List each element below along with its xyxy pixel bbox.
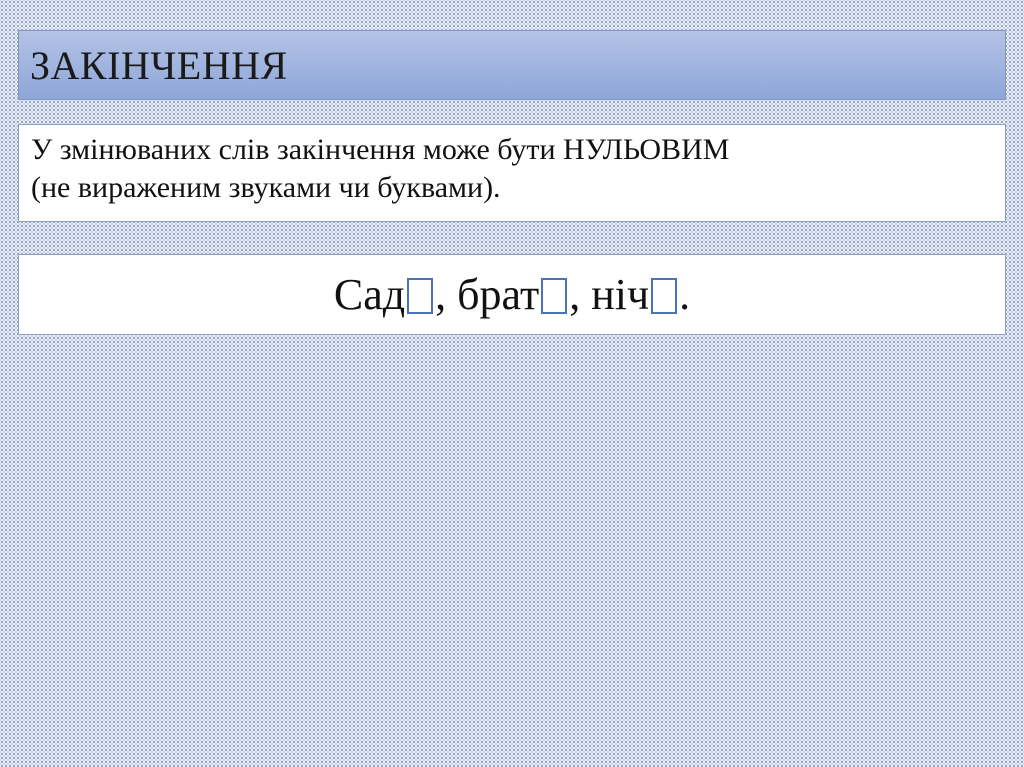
example-end-period: . <box>679 270 691 319</box>
zero-ending-box-icon <box>541 277 568 314</box>
definition-line-2: (не вираженим звуками чи буквами). <box>31 171 501 204</box>
slide: ЗАКІНЧЕННЯ У змінюваних слів закінчення … <box>0 0 1024 767</box>
example-word-3: , ніч <box>569 270 650 319</box>
title-bar: ЗАКІНЧЕННЯ <box>18 30 1006 100</box>
definition-box: У змінюваних слів закінчення може бути Н… <box>18 124 1006 222</box>
example-word-2: , брат <box>435 270 540 319</box>
zero-ending-box-icon <box>407 277 434 314</box>
example-box: Сад , брат , ніч . <box>18 254 1006 335</box>
definition-line-1: У змінюваних слів закінчення може бути Н… <box>31 133 730 166</box>
example-word-1: Сад <box>333 270 406 319</box>
slide-title: ЗАКІНЧЕННЯ <box>30 42 288 88</box>
zero-ending-box-icon <box>651 277 678 314</box>
example-line: Сад , брат , ніч . <box>334 269 690 320</box>
